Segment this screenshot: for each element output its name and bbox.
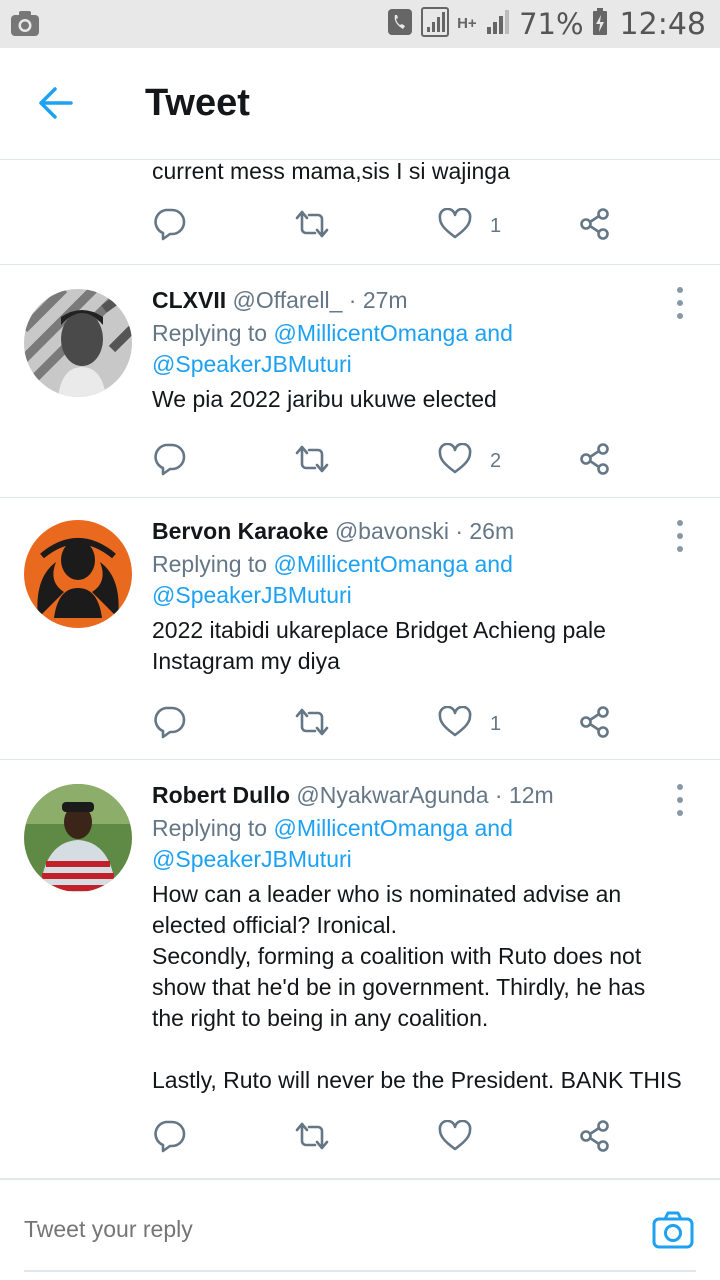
tweet-actions bbox=[152, 1116, 632, 1160]
like-button[interactable]: 1 bbox=[438, 702, 501, 746]
camera-notification-icon bbox=[10, 10, 40, 43]
heart-icon bbox=[438, 207, 472, 245]
retweet-button[interactable] bbox=[294, 204, 330, 248]
and-link[interactable]: and bbox=[475, 815, 513, 841]
tweet-item[interactable]: Robert Dullo @NyakwarAgunda · 12m Replyi… bbox=[0, 760, 720, 1178]
share-icon bbox=[578, 442, 612, 481]
retweet-button[interactable] bbox=[294, 1116, 330, 1160]
tweet-actions: 1 bbox=[152, 702, 632, 746]
and-link[interactable]: and bbox=[475, 551, 513, 577]
timestamp: 27m bbox=[362, 287, 408, 313]
mention-link[interactable]: @MillicentOmanga bbox=[273, 551, 468, 577]
reply-button[interactable] bbox=[152, 1116, 186, 1160]
reply-button[interactable] bbox=[152, 702, 186, 746]
share-icon bbox=[578, 207, 612, 246]
tweet-actions: 1 bbox=[152, 204, 632, 248]
tweet-text: 2022 itabidi ukareplace Bridget Achieng … bbox=[152, 617, 606, 674]
user-name[interactable]: Robert Dullo bbox=[152, 782, 290, 808]
reply-input[interactable] bbox=[24, 1216, 584, 1243]
battery-percent: 71% bbox=[519, 7, 584, 41]
replying-label: Replying to bbox=[152, 320, 268, 346]
timestamp: 26m bbox=[469, 518, 515, 544]
share-icon bbox=[578, 1119, 612, 1158]
tweet-header: Bervon Karaoke @bavonski · 26m bbox=[152, 516, 700, 546]
retweet-icon bbox=[294, 444, 330, 479]
mention-link[interactable]: @MillicentOmanga bbox=[273, 320, 468, 346]
replying-to: Replying to @MillicentOmanga and @Speake… bbox=[152, 549, 700, 611]
like-count: 2 bbox=[490, 449, 502, 472]
camera-icon[interactable] bbox=[652, 1211, 694, 1254]
app-bar: Tweet bbox=[0, 48, 720, 160]
tweet-item[interactable]: Bervon Karaoke @bavonski · 26m Replying … bbox=[0, 498, 720, 760]
mention-link[interactable]: @MillicentOmanga bbox=[273, 815, 468, 841]
mention-link[interactable]: @SpeakerJBMuturi bbox=[152, 582, 352, 608]
user-handle[interactable]: @Offarell_ bbox=[233, 287, 343, 313]
reply-button[interactable] bbox=[152, 439, 186, 483]
retweet-icon bbox=[294, 209, 330, 244]
avatar[interactable] bbox=[24, 289, 132, 397]
retweet-icon bbox=[294, 707, 330, 742]
heart-icon bbox=[438, 1119, 472, 1157]
share-button[interactable] bbox=[578, 204, 612, 248]
phone-call-icon bbox=[387, 8, 413, 41]
mention-link[interactable]: @SpeakerJBMuturi bbox=[152, 351, 352, 377]
tweet-text: How can a leader who is nominated advise… bbox=[152, 881, 682, 1093]
user-name[interactable]: CLXVII bbox=[152, 287, 226, 313]
reply-bar bbox=[0, 1178, 720, 1280]
replying-label: Replying to bbox=[152, 815, 268, 841]
reply-icon bbox=[152, 442, 186, 481]
separator: · bbox=[494, 782, 503, 808]
tweet-header: CLXVII @Offarell_ · 27m bbox=[152, 285, 700, 315]
replying-to: Replying to @MillicentOmanga and @Speake… bbox=[152, 813, 700, 875]
tweet-actions: 2 bbox=[152, 439, 632, 483]
signal-icon bbox=[421, 6, 450, 42]
tweet-item[interactable]: current mess mama,sis I si wajinga 1 bbox=[0, 160, 720, 265]
battery-charging-icon bbox=[592, 7, 608, 41]
user-name[interactable]: Bervon Karaoke bbox=[152, 518, 328, 544]
avatar[interactable] bbox=[24, 520, 132, 628]
tweet-text: current mess mama,sis I si wajinga bbox=[152, 160, 510, 184]
share-button[interactable] bbox=[578, 1116, 612, 1160]
separator: · bbox=[348, 287, 357, 313]
heart-icon bbox=[438, 705, 472, 743]
tweet-feed[interactable]: current mess mama,sis I si wajinga 1 CLX… bbox=[0, 160, 720, 1178]
like-count: 1 bbox=[490, 712, 502, 735]
network-type: H+ bbox=[457, 15, 477, 32]
like-count: 1 bbox=[490, 214, 502, 237]
reply-icon bbox=[152, 1119, 186, 1158]
reply-icon bbox=[152, 705, 186, 744]
like-button[interactable]: 1 bbox=[438, 204, 501, 248]
user-handle[interactable]: @bavonski bbox=[335, 518, 449, 544]
share-button[interactable] bbox=[578, 702, 612, 746]
share-icon bbox=[578, 705, 612, 744]
share-button[interactable] bbox=[578, 439, 612, 483]
clock: 12:48 bbox=[619, 6, 706, 42]
heart-icon bbox=[438, 442, 472, 480]
avatar[interactable] bbox=[24, 784, 132, 892]
mention-link[interactable]: @SpeakerJBMuturi bbox=[152, 846, 352, 872]
tweet-item[interactable]: CLXVII @Offarell_ · 27m Replying to @Mil… bbox=[0, 265, 720, 498]
separator: · bbox=[455, 518, 463, 544]
retweet-icon bbox=[294, 1121, 330, 1156]
user-handle[interactable]: @NyakwarAgunda bbox=[296, 782, 488, 808]
like-button[interactable]: 2 bbox=[438, 439, 501, 483]
replying-to: Replying to @MillicentOmanga and @Speake… bbox=[152, 318, 700, 380]
signal-icon bbox=[485, 9, 511, 40]
divider bbox=[24, 1270, 696, 1272]
reply-button[interactable] bbox=[152, 204, 186, 248]
replying-label: Replying to bbox=[152, 551, 268, 577]
status-bar: H+ 71% 12:48 bbox=[0, 0, 720, 48]
reply-icon bbox=[152, 207, 186, 246]
like-button[interactable] bbox=[438, 1116, 490, 1160]
tweet-text: We pia 2022 jaribu ukuwe elected bbox=[152, 386, 497, 412]
retweet-button[interactable] bbox=[294, 702, 330, 746]
page-title: Tweet bbox=[145, 82, 250, 124]
and-link[interactable]: and bbox=[475, 320, 513, 346]
timestamp: 12m bbox=[508, 782, 554, 808]
tweet-header: Robert Dullo @NyakwarAgunda · 12m bbox=[152, 780, 700, 810]
back-arrow-icon[interactable] bbox=[30, 78, 80, 128]
retweet-button[interactable] bbox=[294, 439, 330, 483]
